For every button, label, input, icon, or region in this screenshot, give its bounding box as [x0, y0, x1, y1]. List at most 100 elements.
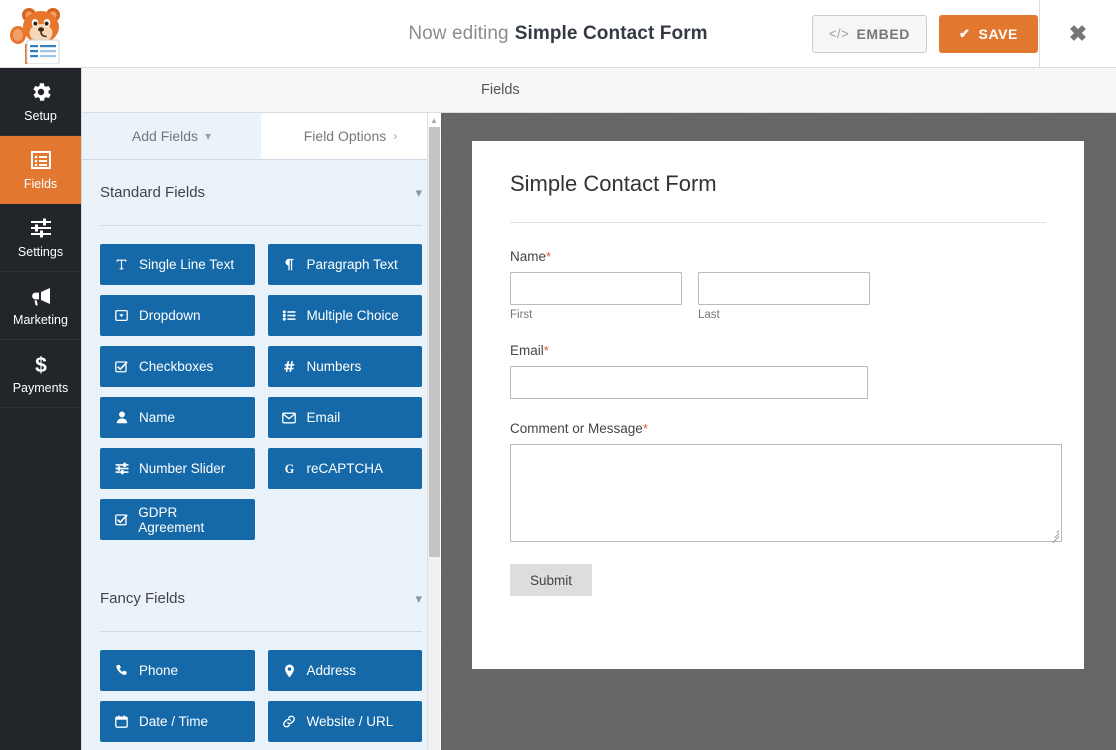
checkbox-icon — [114, 513, 128, 526]
resize-grip-icon[interactable] — [1048, 528, 1060, 544]
hash-icon — [282, 360, 297, 373]
name-first-sublabel: First — [510, 309, 533, 321]
form-title-divider — [510, 222, 1046, 223]
save-button-label: SAVE — [978, 25, 1018, 42]
section-standard-fields[interactable]: Standard Fields ▾ — [100, 160, 422, 226]
field-button-label: Phone — [139, 663, 179, 678]
sidebar-item-fields[interactable]: Fields — [0, 136, 81, 204]
preview-field-name[interactable]: Name* First Last — [510, 249, 1046, 321]
text-cursor-icon — [114, 258, 129, 271]
sidebar-item-setup[interactable]: Setup — [0, 68, 81, 136]
field-button-number-slider[interactable]: Number Slider — [100, 448, 255, 489]
sidebar-item-settings[interactable]: Settings — [0, 204, 81, 272]
field-button-label: Name — [139, 410, 176, 425]
name-first-col: First — [510, 272, 682, 321]
field-button-single-line-text[interactable]: Single Line Text — [100, 244, 255, 285]
field-button-label: Paragraph Text — [306, 257, 398, 272]
sidebar-item-payments[interactable]: $ Payments — [0, 340, 81, 408]
header-actions: </> EMBED ✔ SAVE — [811, 0, 1038, 67]
list-icon — [30, 151, 51, 169]
builder-header: Now editing Simple Contact Form </> EMBE… — [0, 0, 1116, 68]
link-icon — [282, 715, 297, 728]
slider-icon — [114, 462, 129, 475]
field-button-email[interactable]: Email — [267, 397, 422, 438]
comment-textarea[interactable] — [510, 444, 1062, 544]
field-button-label: Multiple Choice — [306, 308, 399, 323]
scroll-up-arrow-icon[interactable]: ▲ — [428, 113, 440, 127]
field-button-website-url[interactable]: Website / URL — [267, 701, 422, 742]
field-button-label: Single Line Text — [139, 257, 235, 272]
pilcrow-icon — [282, 258, 297, 271]
editing-prefix: Now editing — [408, 22, 509, 44]
scrollbar-thumb[interactable] — [429, 127, 440, 557]
preview-field-comment-label: Comment or Message* — [510, 421, 1046, 436]
field-button-gdpr-agreement[interactable]: GDPR Agreement — [100, 499, 255, 540]
sidebar-item-marketing[interactable]: Marketing — [0, 272, 81, 340]
tab-field-options-label: Field Options — [303, 128, 387, 144]
required-marker: * — [642, 421, 648, 436]
submit-button[interactable]: Submit — [510, 564, 593, 596]
preview-field-comment[interactable]: Comment or Message* — [510, 421, 1062, 544]
field-button-multiple-choice[interactable]: Multiple Choice — [267, 295, 422, 336]
panel-tabs: Add Fields ▾ Field Options › — [82, 113, 440, 160]
wpforms-builder: Now editing Simple Contact Form </> EMBE… — [0, 0, 1116, 750]
svg-text:$: $ — [35, 354, 47, 376]
code-icon: </> — [828, 26, 850, 41]
field-button-label: Numbers — [306, 359, 362, 374]
name-last-input[interactable] — [698, 272, 870, 305]
chevron-right-icon: › — [393, 129, 398, 143]
sliders-icon — [30, 218, 51, 238]
save-button[interactable]: ✔ SAVE — [939, 14, 1038, 53]
user-icon — [114, 411, 129, 424]
svg-text:G: G — [284, 462, 294, 476]
google-g-icon: G — [282, 462, 297, 476]
builder-sidebar: Setup Fields Settings Marketing $ Paymen… — [0, 68, 82, 750]
panel-scrollbar[interactable]: ▲ — [427, 113, 440, 750]
field-button-label: Email — [306, 410, 341, 425]
field-button-recaptcha[interactable]: G reCAPTCHA — [267, 448, 422, 489]
standard-fields-grid: Single Line Text Paragraph Text Dropdown — [100, 226, 422, 540]
check-icon: ✔ — [959, 25, 971, 41]
section-fancy-fields-title: Fancy Fields — [100, 590, 186, 607]
field-button-phone[interactable]: Phone — [100, 650, 255, 691]
field-button-paragraph-text[interactable]: Paragraph Text — [267, 244, 422, 285]
section-fancy-fields[interactable]: Fancy Fields ▾ — [100, 566, 422, 632]
name-first-input[interactable] — [510, 272, 682, 305]
section-standard-fields-title: Standard Fields — [100, 184, 206, 201]
field-button-dropdown[interactable]: Dropdown — [100, 295, 255, 336]
field-button-name[interactable]: Name — [100, 397, 255, 438]
field-button-checkboxes[interactable]: Checkboxes — [100, 346, 255, 387]
sidebar-item-settings-label: Settings — [17, 245, 64, 259]
preview-field-name-label: Name* — [510, 249, 1046, 264]
name-inputs-row: First Last — [510, 272, 1046, 321]
field-button-numbers[interactable]: Numbers — [267, 346, 422, 387]
required-marker: * — [546, 249, 552, 264]
label-text: Email — [510, 343, 544, 358]
field-button-date-time[interactable]: Date / Time — [100, 701, 255, 742]
field-button-label: Website / URL — [306, 714, 394, 729]
form-card: Simple Contact Form Name* First Last Ema… — [472, 141, 1084, 669]
name-last-sublabel: Last — [698, 309, 720, 321]
megaphone-icon — [31, 288, 50, 306]
required-marker: * — [543, 343, 549, 358]
chevron-down-icon: ▾ — [415, 590, 422, 606]
form-name: Simple Contact Form — [514, 22, 708, 44]
tab-add-fields[interactable]: Add Fields ▾ — [82, 113, 261, 160]
email-input[interactable] — [510, 366, 868, 399]
sidebar-item-fields-label: Fields — [23, 177, 58, 191]
preview-field-email[interactable]: Email* — [510, 343, 1046, 399]
dollar-icon: $ — [35, 354, 47, 376]
gear-icon — [32, 83, 51, 101]
phone-icon — [114, 664, 129, 677]
field-button-address[interactable]: Address — [267, 650, 422, 691]
chevron-down-icon: ▾ — [415, 184, 422, 200]
tab-field-options[interactable]: Field Options › — [261, 113, 440, 160]
radio-list-icon — [282, 309, 297, 322]
form-preview-area: Simple Contact Form Name* First Last Ema… — [441, 113, 1116, 750]
field-button-label: Checkboxes — [139, 359, 214, 374]
field-button-label: Dropdown — [139, 308, 201, 323]
close-button[interactable]: ✖ — [1039, 0, 1116, 67]
embed-button[interactable]: </> EMBED — [811, 14, 927, 53]
add-fields-panel: Add Fields ▾ Field Options › Standard Fi… — [82, 113, 440, 750]
preview-header-bar: Fields — [82, 68, 1116, 113]
